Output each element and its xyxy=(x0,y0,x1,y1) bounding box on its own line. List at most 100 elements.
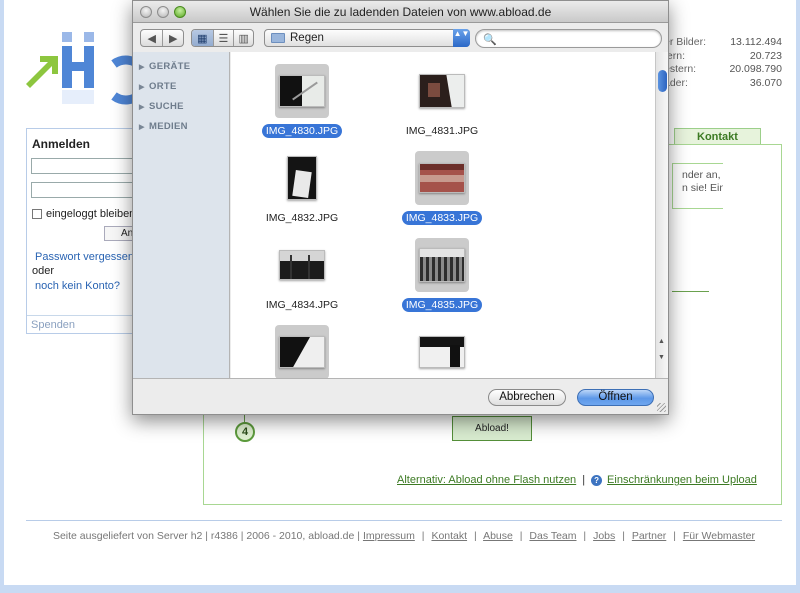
help-icon: ? xyxy=(591,474,603,486)
file-name: IMG_4834.JPG xyxy=(265,299,339,311)
thumbnail-frame xyxy=(275,64,329,118)
footer-text: Seite ausgeliefert von Server h2 | r4386… xyxy=(52,530,361,542)
thumbnail-frame xyxy=(415,325,469,378)
file-item[interactable] xyxy=(387,325,497,378)
forward-arrow-icon[interactable]: ▶ xyxy=(162,30,183,46)
thumbnail-frame xyxy=(415,151,469,205)
login-box: Anmelden eingeloggt bleiben Anmelden Pas… xyxy=(26,128,164,334)
stat-value: 36.070 xyxy=(749,76,782,89)
alternative-links: Alternativ: Abload ohne Flash nutzen | ?… xyxy=(397,474,757,486)
thumbnail-frame xyxy=(415,238,469,292)
column-view-icon[interactable]: ▥ xyxy=(233,30,253,46)
thumbnail-frame xyxy=(275,325,329,378)
separator: | xyxy=(582,474,586,486)
folder-icon xyxy=(271,33,285,43)
disclosure-triangle-icon: ▶ xyxy=(139,64,145,71)
upload-restrictions-link[interactable]: Einschränkungen beim Upload xyxy=(607,474,757,486)
sidebar-section-label: ORTE xyxy=(149,81,177,92)
info-text-line: n sie! Ein xyxy=(682,182,723,194)
file-name: IMG_4833.JPG xyxy=(401,211,483,225)
scroll-down-icon[interactable]: ▼ xyxy=(658,354,665,361)
footer-link-team[interactable]: Das Team xyxy=(529,530,576,542)
disclosure-triangle-icon: ▶ xyxy=(139,124,145,131)
stat-row: tern: 20.723 xyxy=(664,50,782,64)
scroll-up-icon[interactable]: ▲ xyxy=(658,338,665,345)
dialog-toolbar: ◀ ▶ ▦ ☰ ▥ Regen ▲▼ 🔍 xyxy=(133,24,668,52)
tab-contact[interactable]: Kontakt xyxy=(674,128,761,145)
sidebar-section-media[interactable]: ▶ MEDIEN xyxy=(139,121,188,132)
remember-label: eingeloggt bleiben xyxy=(46,208,136,220)
open-button[interactable]: Öffnen xyxy=(577,389,654,406)
folder-selector[interactable]: Regen ▲▼ xyxy=(264,29,470,47)
disclosure-triangle-icon: ▶ xyxy=(139,84,145,91)
thumbnail-frame xyxy=(275,238,329,292)
info-text-line: nder an, xyxy=(682,169,721,181)
search-field[interactable]: 🔍 xyxy=(475,29,662,48)
photo-thumbnail xyxy=(279,250,325,280)
file-item[interactable]: IMG_4832.JPG xyxy=(247,151,357,225)
vertical-scrollbar[interactable]: ▲ ▼ xyxy=(655,52,668,378)
search-icon: 🔍 xyxy=(483,34,497,46)
photo-thumbnail xyxy=(279,75,325,107)
scrollbar-thumb[interactable] xyxy=(658,70,667,92)
footer-separator: | xyxy=(583,530,587,542)
stat-row: er Bilder: 13.112.494 xyxy=(664,36,782,50)
dialog-button-bar: Abbrechen Öffnen xyxy=(133,378,668,414)
site-statistics: er Bilder: 13.112.494 tern: 20.723 estern:… xyxy=(664,36,782,90)
sidebar-section-label: GERÄTE xyxy=(149,61,191,72)
dialog-sidebar: ▶ GERÄTE ▶ ORTE ▶ SUCHE ▶ MEDIEN xyxy=(133,52,230,378)
popup-arrows-icon: ▲▼ xyxy=(453,29,470,47)
list-view-icon[interactable]: ☰ xyxy=(212,30,234,46)
remember-checkbox[interactable] xyxy=(32,209,42,219)
sidebar-section-label: SUCHE xyxy=(149,101,184,112)
file-name: IMG_4835.JPG xyxy=(401,298,483,312)
folder-name: Regen xyxy=(290,32,324,44)
footer-separator: | xyxy=(622,530,625,542)
file-item[interactable]: IMG_4830.JPG xyxy=(247,64,357,138)
footer-link-impressum[interactable]: Impressum xyxy=(363,530,415,542)
footer-link-partner[interactable]: Partner xyxy=(632,530,666,542)
donate-link[interactable]: Spenden xyxy=(27,315,140,334)
icon-view-icon[interactable]: ▦ xyxy=(192,30,213,46)
file-item[interactable]: IMG_4833.JPG xyxy=(387,151,497,225)
sidebar-section-devices[interactable]: ▶ GERÄTE xyxy=(139,61,190,72)
footer-link-jobs[interactable]: Jobs xyxy=(593,530,615,542)
photo-thumbnail xyxy=(419,248,465,282)
file-browser: IMG_4830.JPG IMG_4831.JPG IMG_4832.JPG I… xyxy=(231,52,668,378)
resize-grip-icon[interactable] xyxy=(657,403,666,412)
view-mode-selector: ▦ ☰ ▥ xyxy=(191,29,254,47)
file-item[interactable]: IMG_4834.JPG xyxy=(247,238,357,312)
footer-divider xyxy=(26,520,782,521)
disclosure-triangle-icon: ▶ xyxy=(139,104,145,111)
abload-logo xyxy=(26,28,151,108)
file-item[interactable]: IMG_4831.JPG xyxy=(387,64,497,138)
back-arrow-icon[interactable]: ◀ xyxy=(141,30,162,46)
stat-value: 20.723 xyxy=(749,49,782,62)
footer-separator: | xyxy=(421,530,425,542)
file-item[interactable] xyxy=(247,325,357,378)
stat-label: er Bilder: xyxy=(664,36,707,48)
register-link[interactable]: noch kein Konto? xyxy=(35,280,140,292)
no-flash-link[interactable]: Alternativ: Abload ohne Flash nutzen xyxy=(397,474,576,486)
footer-separator: | xyxy=(473,530,477,542)
footer-link-abuse[interactable]: Abuse xyxy=(483,530,513,542)
dialog-titlebar[interactable]: Wählen Sie die zu ladenden Dateien von w… xyxy=(133,1,668,23)
cancel-button[interactable]: Abbrechen xyxy=(488,389,566,406)
login-title: Anmelden xyxy=(32,137,91,151)
footer-separator: | xyxy=(673,530,676,542)
file-name: IMG_4831.JPG xyxy=(405,125,479,137)
sidebar-section-places[interactable]: ▶ ORTE xyxy=(139,81,177,92)
or-text: oder xyxy=(32,265,55,277)
stat-row: ader: 36.070 xyxy=(664,77,782,91)
sidebar-section-search[interactable]: ▶ SUCHE xyxy=(139,101,184,112)
dialog-title: Wählen Sie die zu ladenden Dateien von w… xyxy=(249,5,552,19)
nav-buttons: ◀ ▶ xyxy=(140,29,184,47)
footer-link-webmaster[interactable]: Für Webmaster xyxy=(683,530,755,542)
footer-link-kontakt[interactable]: Kontakt xyxy=(431,530,467,542)
upload-button[interactable]: Abload! xyxy=(452,416,532,441)
info-text: nder an, n sie! Ein xyxy=(672,163,723,209)
forgot-password-link[interactable]: Passwort vergessen? xyxy=(35,251,140,263)
file-item[interactable]: IMG_4835.JPG xyxy=(387,238,497,312)
remember-me[interactable]: eingeloggt bleiben xyxy=(32,208,140,220)
thumbnail-frame xyxy=(275,151,329,205)
